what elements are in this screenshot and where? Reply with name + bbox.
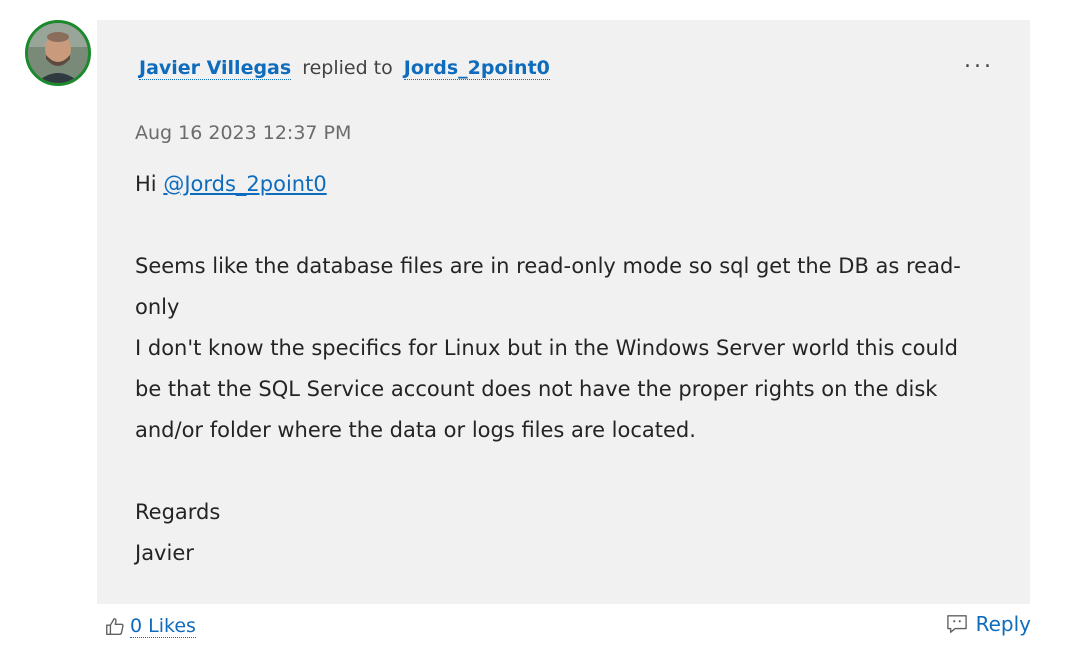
- reply-label[interactable]: Reply: [976, 612, 1031, 636]
- replied-to-text: replied to: [302, 57, 393, 79]
- post-timestamp: Aug 16 2023 12:37 PM: [135, 122, 352, 144]
- greeting-text: Hi: [135, 172, 157, 196]
- post-header: Javier Villegas replied to Jords_2point0: [139, 57, 550, 80]
- mention-link[interactable]: @Jords_2point0: [163, 172, 326, 196]
- greeting-line: Hi @Jords_2point0: [135, 164, 975, 205]
- signoff-text: Regards: [135, 500, 221, 524]
- likes-count[interactable]: 0 Likes: [130, 615, 196, 638]
- avatar[interactable]: [25, 20, 91, 86]
- author-link[interactable]: Javier Villegas: [139, 57, 292, 80]
- reply-comment-icon: [946, 615, 967, 633]
- avatar-photo: [28, 23, 88, 83]
- body-paragraph-1: Seems like the database files are in rea…: [135, 254, 961, 319]
- body-paragraph-2: I don't know the specifics for Linux but…: [135, 336, 958, 442]
- reply-button[interactable]: Reply: [946, 612, 1031, 636]
- more-options-button[interactable]: ...: [964, 50, 994, 72]
- likes-button[interactable]: 0 Likes: [104, 615, 196, 638]
- post-body: Hi @Jords_2point0 Seems like the databas…: [135, 164, 975, 574]
- ellipsis-icon: ...: [964, 48, 994, 73]
- reply-card: Javier Villegas replied to Jords_2point0…: [97, 20, 1030, 604]
- post-footer: 0 Likes Reply: [0, 604, 1066, 658]
- thumbs-up-icon: [106, 617, 124, 635]
- signature-text: Javier: [135, 541, 194, 565]
- reply-target-link[interactable]: Jords_2point0: [403, 57, 550, 80]
